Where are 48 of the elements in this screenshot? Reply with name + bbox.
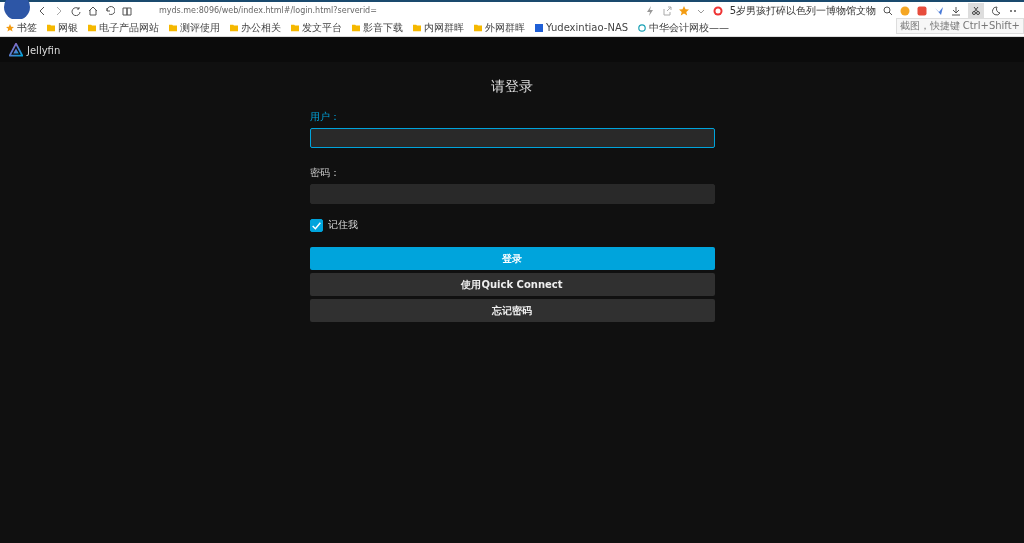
moon-icon[interactable] [991, 5, 1001, 16]
address-bar[interactable]: myds.me:8096/web/index.html#/login.html?serverid= [159, 6, 638, 15]
bookmark-link[interactable]: 测评使用 [180, 20, 220, 35]
bookmark-link[interactable]: 内网群晖 [424, 20, 464, 35]
bookmark-link[interactable]: 办公相关 [241, 20, 281, 35]
folder-icon [352, 23, 360, 32]
bookmark-link[interactable]: 电子产品网站 [99, 20, 159, 35]
scissors-icon[interactable] [968, 2, 984, 19]
form-button[interactable]: 忘记密码 [309, 299, 715, 322]
logo-icon [9, 43, 23, 57]
bookmark-link[interactable]: 影音下载 [363, 20, 403, 35]
search-icon[interactable] [883, 5, 893, 16]
bookmark-link[interactable]: 发文平台 [302, 20, 342, 35]
search-suggestion[interactable]: 5岁男孩打碎以色列一博物馆文物 [729, 3, 876, 18]
field-label: 密码： [309, 166, 341, 180]
site-icon [638, 23, 647, 32]
download-icon[interactable] [951, 5, 961, 16]
lightning-icon[interactable] [644, 5, 655, 16]
input-field[interactable] [309, 184, 715, 204]
bookmark-link[interactable]: 外网群晖 [485, 20, 525, 35]
folder-icon [474, 23, 482, 32]
home-icon[interactable] [88, 5, 98, 16]
star-icon[interactable] [678, 5, 689, 16]
star-icon [6, 23, 14, 32]
undo-icon[interactable] [105, 5, 115, 16]
folder-icon [47, 23, 55, 32]
folder-icon [413, 23, 421, 32]
input-field[interactable] [309, 128, 715, 148]
bookmark-link[interactable]: 书签 [17, 20, 37, 35]
folder-icon [88, 23, 96, 32]
reader-icon[interactable] [122, 5, 132, 16]
bookmark-link[interactable]: Yudexintiao-NAS [546, 22, 629, 33]
folder-icon [291, 23, 299, 32]
form-button[interactable]: 使用Quick Connect [309, 273, 715, 296]
checkbox[interactable] [309, 218, 323, 232]
site-icon [535, 23, 543, 32]
app-name: Jellyfin [27, 44, 61, 56]
reload-icon[interactable] [71, 5, 81, 16]
field-label: 用户： [309, 110, 341, 124]
profile-avatar[interactable] [4, 0, 30, 20]
folder-icon [230, 23, 238, 32]
login-title: 请登录 [490, 78, 534, 96]
folder-icon [169, 23, 177, 32]
bookmark-link[interactable]: 中华会计网校—— [649, 20, 730, 35]
bookmark-link[interactable]: 网银 [58, 20, 78, 35]
tooltip: 截图，快捷键 Ctrl+Shift+ [895, 18, 1024, 34]
checkbox-label: 记住我 [327, 218, 358, 232]
back-icon[interactable] [37, 5, 47, 16]
